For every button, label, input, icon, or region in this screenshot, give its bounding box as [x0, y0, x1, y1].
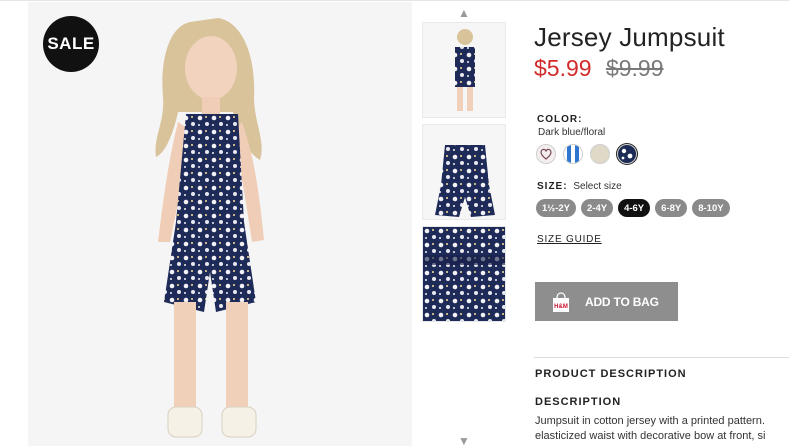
- size-option-6-8y[interactable]: 6-8Y: [655, 199, 688, 217]
- size-option-8-10y[interactable]: 8-10Y: [692, 199, 730, 217]
- selected-color-name: Dark blue/floral: [538, 127, 606, 138]
- color-swatches: [536, 144, 637, 164]
- main-product-image[interactable]: SALE: [28, 2, 412, 446]
- sale-badge: SALE: [43, 16, 99, 72]
- description-line-1: Jumpsuit in cotton jersey with a printed…: [535, 415, 765, 427]
- product-description-heading[interactable]: PRODUCT DESCRIPTION: [535, 368, 687, 380]
- description-text: Jumpsuit in cotton jersey with a printed…: [535, 414, 789, 444]
- size-options: 1½-2Y 2-4Y 4-6Y 6-8Y 8-10Y: [536, 199, 730, 217]
- sale-price: $5.99: [534, 55, 592, 81]
- swatch-dark-blue-floral[interactable]: [617, 144, 637, 164]
- price-row: $5.99 $9.99: [534, 55, 664, 82]
- shopping-bag-icon: H&M: [553, 291, 569, 312]
- thumbnail-1[interactable]: [422, 22, 506, 118]
- girl-in-jumpsuit-photo: [28, 2, 412, 446]
- thumbnail-down-arrow-icon[interactable]: ▼: [458, 435, 470, 447]
- color-label: COLOR:: [537, 114, 583, 125]
- size-option-2-4y[interactable]: 2-4Y: [581, 199, 614, 217]
- add-to-bag-button[interactable]: H&M ADD TO BAG: [535, 282, 678, 321]
- thumbnail-up-arrow-icon[interactable]: ▲: [458, 7, 470, 19]
- size-option-1-5-2y[interactable]: 1½-2Y: [536, 199, 576, 217]
- product-title: Jersey Jumpsuit: [534, 22, 725, 52]
- swatch-heart-print[interactable]: [536, 144, 556, 164]
- description-line-2: elasticized waist with decorative bow at…: [535, 430, 766, 442]
- thumbnail-2[interactable]: [422, 124, 506, 220]
- swatch-beige[interactable]: [590, 144, 610, 164]
- bag-logo-text: H&M: [554, 304, 568, 310]
- thumbnail-3[interactable]: [422, 226, 506, 322]
- size-row: SIZE: Select size: [537, 181, 622, 192]
- top-divider: [0, 0, 789, 1]
- description-heading: DESCRIPTION: [535, 396, 622, 408]
- original-price: $9.99: [605, 55, 664, 81]
- section-divider: [534, 357, 789, 358]
- size-hint: Select size: [573, 181, 622, 192]
- size-label: SIZE:: [537, 181, 568, 192]
- size-option-4-6y[interactable]: 4-6Y: [618, 199, 651, 217]
- add-to-bag-label: ADD TO BAG: [585, 294, 659, 309]
- swatch-blue-striped[interactable]: [563, 144, 583, 164]
- size-guide-link[interactable]: SIZE GUIDE: [537, 234, 602, 245]
- thumbnail-strip: ▲ ▼: [420, 0, 508, 447]
